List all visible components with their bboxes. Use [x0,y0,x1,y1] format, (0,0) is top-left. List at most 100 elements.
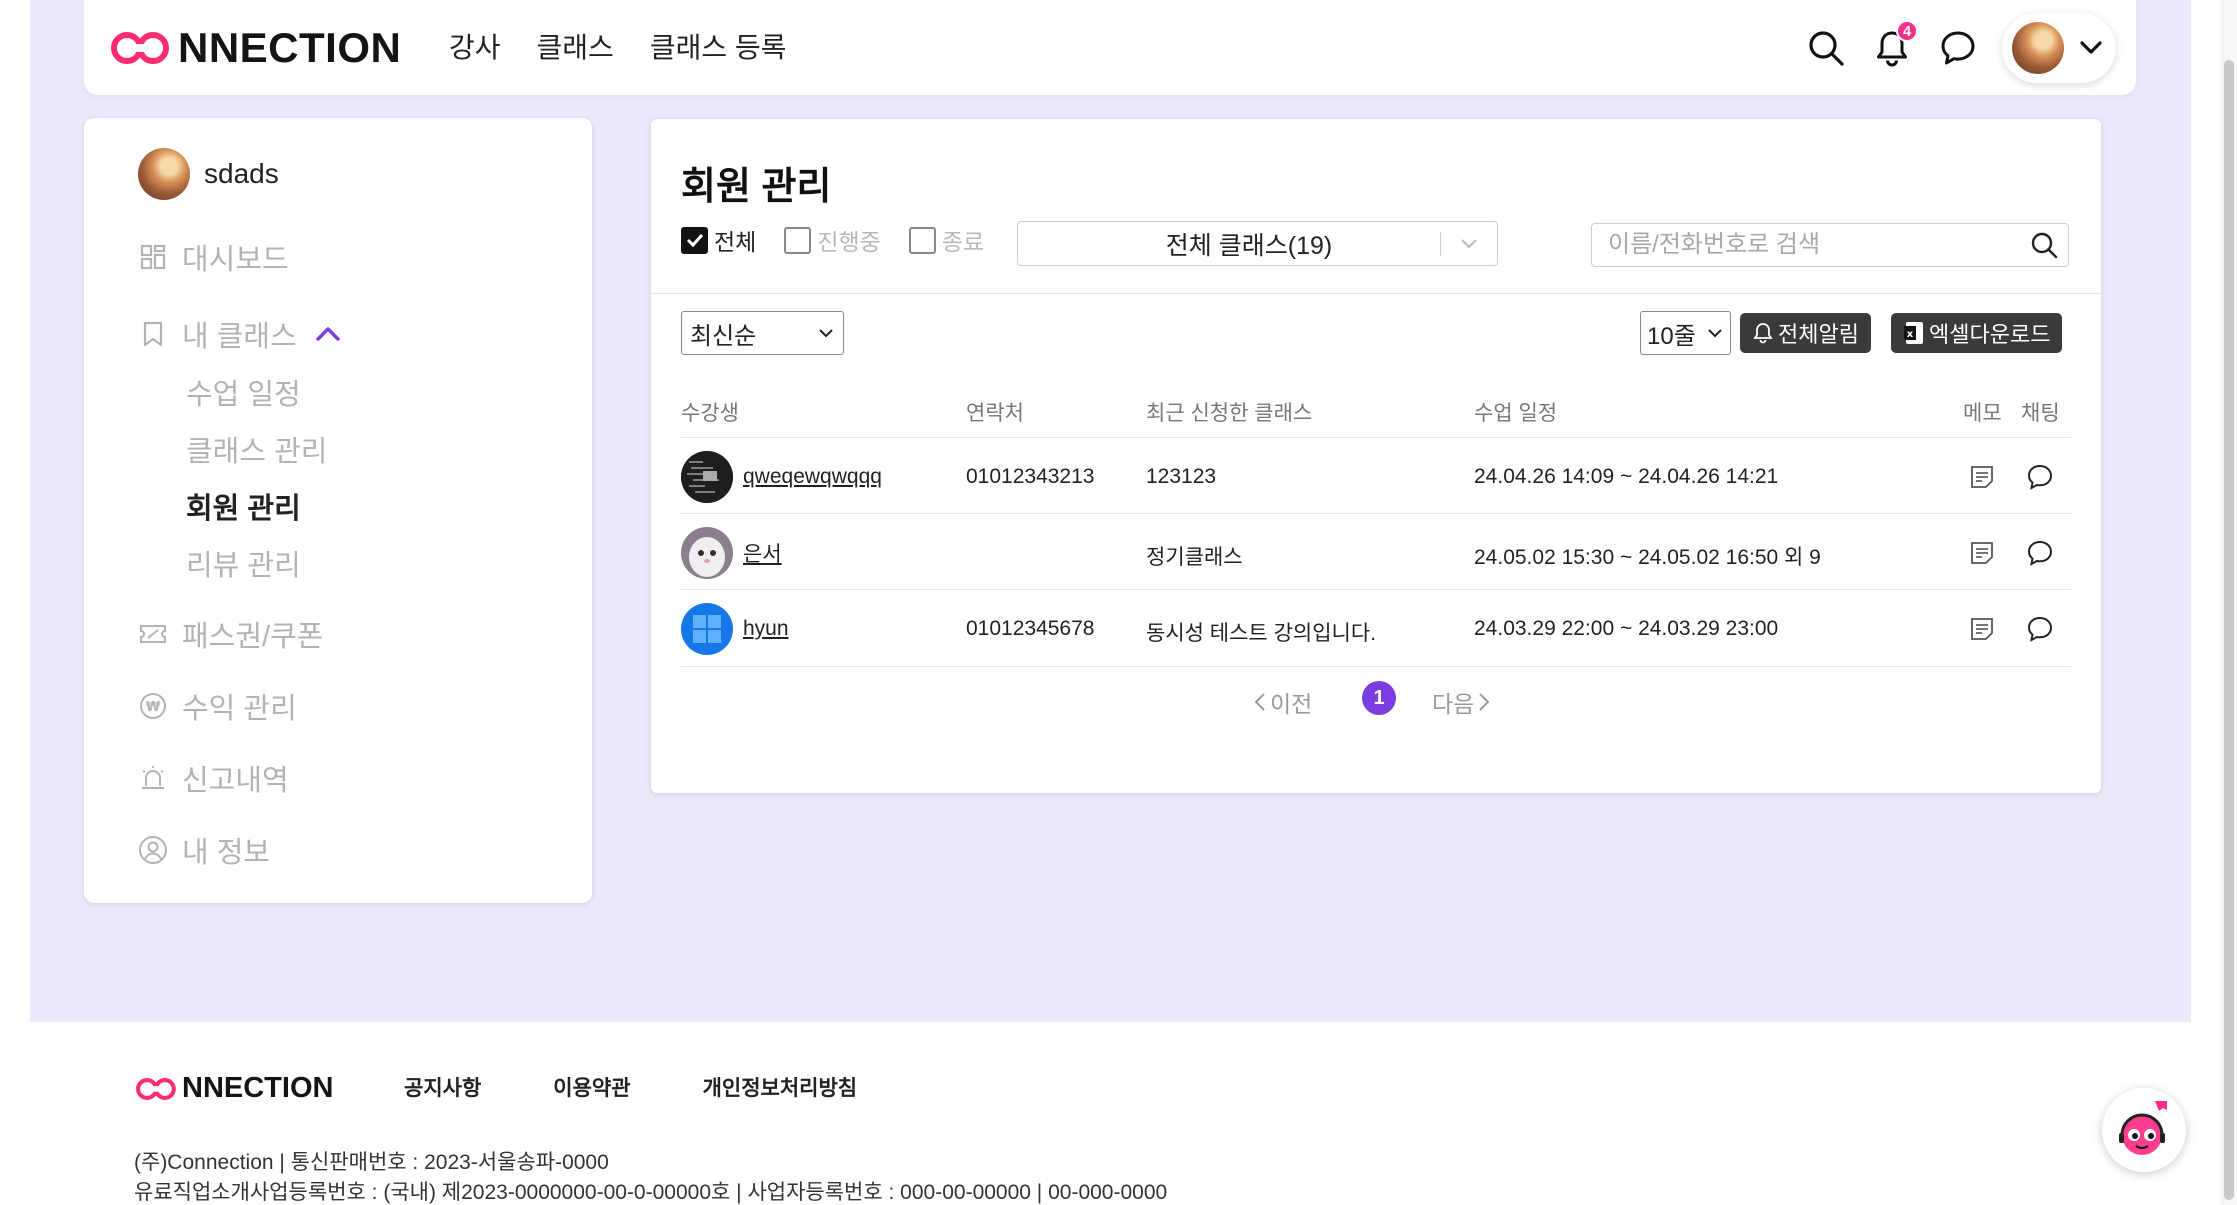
page-title: 회원 관리 [681,166,832,208]
nav-class[interactable]: 클래스 [537,26,614,66]
schedule-cell: 24.04.26 14:09 ~ 24.04.26 14:21 [1474,465,1779,488]
column-header-chat: 채팅 [2021,402,2060,425]
bell-icon [1753,323,1773,344]
memo-button[interactable] [1966,537,1998,569]
sidebar-user: sdads [138,148,279,200]
sidebar-item-label: 내 클래스 [182,321,297,353]
filter-ongoing-checkbox[interactable]: 진행중 [784,223,881,257]
sidebar-item-report[interactable]: 신고내역 [138,757,289,799]
student-cell: 은서 [681,527,782,579]
chevron-up-icon[interactable] [315,326,341,342]
sidebar-subitem-schedule[interactable]: 수업 일정 [186,371,301,413]
memo-button[interactable] [1966,613,1998,645]
won-icon: ₩ [138,691,168,721]
sidebar-item-my-class[interactable]: 내 클래스 [138,313,341,355]
student-name-link[interactable]: hyun [743,617,789,641]
memo-icon [1971,542,1993,564]
chat-button[interactable] [1936,26,1980,70]
logo-rings-icon [111,32,169,64]
excel-download-button[interactable]: x 엑셀다운로드 [1891,313,2063,353]
checkbox-box [681,226,708,254]
sidebar-subitem-class-manage[interactable]: 클래스 관리 [186,428,327,470]
notification-badge: 4 [1896,20,1918,42]
student-cell: qweqewqwqqq [681,451,882,503]
nav-class-register[interactable]: 클래스 등록 [650,26,787,66]
scrollbar-thumb[interactable] [2224,60,2234,1200]
sidebar-subitem-review-manage[interactable]: 리뷰 관리 [186,542,301,584]
sidebar-item-dashboard[interactable]: 대시보드 [138,236,289,278]
filter-ended-checkbox[interactable]: 종료 [908,223,984,257]
row-divider [681,589,2071,590]
chat-bubble-icon [1941,31,1975,65]
phone-cell: 01012343213 [966,465,1095,488]
top-header: NNECTION 강사 클래스 클래스 등록 4 [84,0,2136,95]
sidebar-item-revenue[interactable]: ₩ 수익 관리 [138,685,297,727]
search-submit-button[interactable] [2020,231,2068,259]
student-name-link[interactable]: 은서 [743,538,782,568]
page-scrollbar[interactable] [2221,0,2237,1205]
footer-link-notice[interactable]: 공지사항 [404,1072,481,1102]
notify-all-label: 전체알림 [1778,322,1859,347]
chat-button[interactable] [2024,461,2056,493]
student-name-link[interactable]: qweqewqwqqq [743,465,882,489]
class-select-value: 전체 클래스(19) [1165,231,1333,260]
search-icon [1809,31,1844,66]
nav-instructor[interactable]: 강사 [449,26,501,66]
chatbot-button[interactable] [2102,1088,2186,1172]
search-button[interactable] [1804,26,1848,70]
checkbox-label: 전체 [714,229,757,255]
sort-select[interactable]: 최신순 [681,311,844,355]
chevron-down-icon [1708,328,1722,337]
memo-icon [1971,466,1993,488]
sidebar-subitem-member-manage[interactable]: 회원 관리 [186,485,301,527]
sidebar: sdads 대시보드 내 클래스 수업 일정 클래스 관리 회원 관리 리뷰 관… [84,118,592,903]
chevron-right-icon [1479,693,1490,711]
column-header-memo: 메모 [1963,402,2002,425]
sidebar-item-pass-coupon[interactable]: 패스권/쿠폰 [138,613,323,655]
excel-icon: x [1904,322,1923,344]
prev-page-button[interactable]: 이전 [1254,685,1312,719]
row-divider [681,513,2071,514]
phone-cell: 01012345678 [966,617,1095,640]
footer: NNECTION 공지사항 이용약관 개인정보처리방침 (주)Connectio… [0,1022,2237,1205]
footer-link-terms[interactable]: 이용약관 [553,1072,630,1102]
footer-link-privacy[interactable]: 개인정보처리방침 [703,1072,858,1102]
column-header-recent-class: 최근 신청한 클래스 [1146,402,1313,425]
chat-bubble-icon [2027,540,2053,566]
logo[interactable]: NNECTION [108,24,401,71]
sort-value: 최신순 [690,322,757,350]
rows-per-page-value: 10줄 [1647,322,1696,350]
bookmark-icon [138,319,168,349]
notify-all-button[interactable]: 전체알림 [1740,313,1871,353]
logo-rings-icon [136,1077,176,1100]
username: sdads [204,158,279,189]
profile-menu-button[interactable] [2002,13,2116,83]
sidebar-item-label: 내 정보 [182,837,271,869]
chevron-down-icon [819,328,833,337]
sidebar-item-my-info[interactable]: 내 정보 [138,829,270,871]
footer-logo[interactable]: NNECTION [134,1072,333,1105]
avatar [2012,22,2064,74]
chat-button[interactable] [2024,613,2056,645]
notification-button[interactable]: 4 [1870,20,1918,70]
next-page-button[interactable]: 다음 [1432,685,1490,719]
class-filter-select[interactable]: 전체 클래스(19) [1017,221,1498,266]
class-cell: 123123 [1146,465,1217,488]
member-management-card: 회원 관리 전체 진행중 종료 전체 클래스(19) 이름/전화번호로 검색 최… [651,119,2101,793]
prev-page-label: 이전 [1270,691,1313,717]
chat-bubble-icon [2027,616,2053,642]
memo-button[interactable] [1966,461,1998,493]
memo-icon [1971,618,1993,640]
next-page-label: 다음 [1432,691,1475,717]
column-header-student: 수강생 [681,402,739,425]
user-avatar [138,148,190,200]
member-search [1591,223,2069,267]
page-number-current[interactable]: 1 [1362,681,1396,715]
rows-per-page-select[interactable]: 10줄 [1640,311,1731,355]
search-icon [2031,232,2058,259]
student-avatar [681,527,733,579]
siren-icon [138,763,168,793]
filter-all-checkbox[interactable]: 전체 [681,223,756,257]
search-input[interactable] [1592,231,2020,259]
chat-button[interactable] [2024,537,2056,569]
